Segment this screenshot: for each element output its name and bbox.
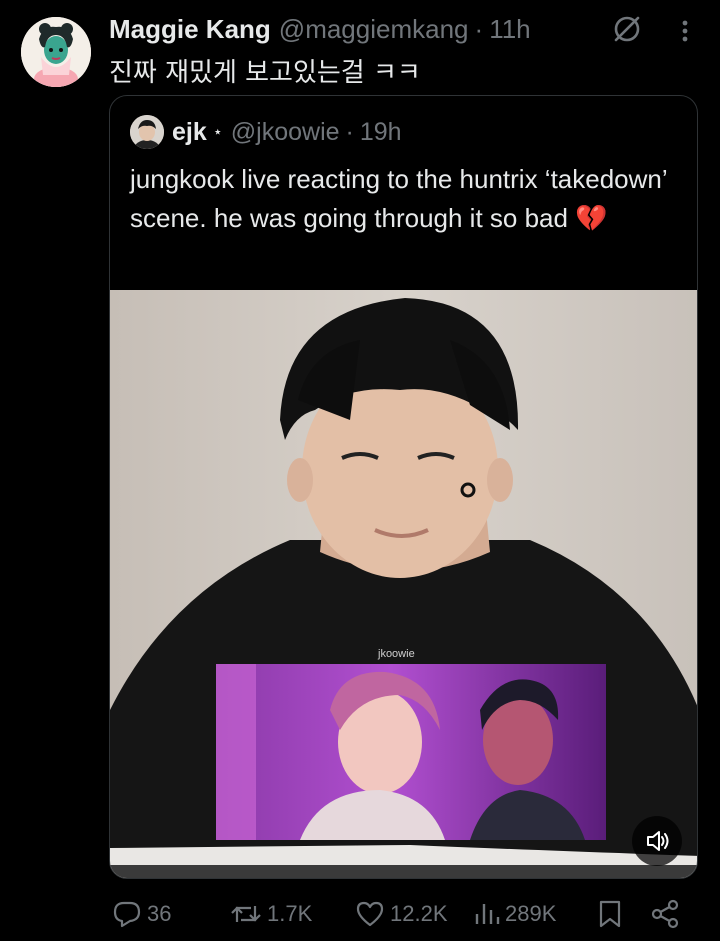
tweet-text: 진짜 재밌게 보고있는걸 ㅋㅋ xyxy=(109,58,421,88)
like-button[interactable]: 12.2K xyxy=(354,896,448,932)
quote-name-star: ⋆ xyxy=(212,124,223,141)
quoted-tweet[interactable]: ejk ⋆ @jkoowie · 19h jungkook live react… xyxy=(109,95,698,879)
share-button[interactable] xyxy=(649,896,685,932)
reply-icon xyxy=(113,901,141,928)
author-display-name[interactable]: Maggie Kang xyxy=(109,14,271,45)
volume-button[interactable] xyxy=(632,816,682,866)
quote-header: ejk ⋆ @jkoowie · 19h xyxy=(130,114,402,150)
quote-timestamp[interactable]: 19h xyxy=(360,118,402,147)
avatar-illustration xyxy=(21,17,91,87)
quote-text: jungkook live reacting to the huntrix ‘t… xyxy=(130,160,680,238)
speaker-icon xyxy=(647,831,669,851)
video-frame xyxy=(110,290,697,878)
bookmark-button[interactable] xyxy=(595,896,629,932)
tweet: Maggie Kang @maggiemkang · 11h 진짜 재밌게 보고… xyxy=(0,0,720,941)
video-watermark: jkoowie xyxy=(378,648,415,660)
quote-video[interactable]: jkoowie xyxy=(110,290,697,878)
views-icon xyxy=(475,904,500,924)
grok-icon[interactable] xyxy=(610,12,644,46)
repost-icon xyxy=(231,906,261,922)
author-handle[interactable]: @maggiemkang xyxy=(279,14,469,45)
heart-icon xyxy=(356,901,384,927)
quote-author-avatar[interactable] xyxy=(130,115,164,149)
more-options-icon[interactable] xyxy=(672,14,698,48)
broken-heart-emoji: 💔 xyxy=(575,203,608,233)
quote-handle[interactable]: @jkoowie xyxy=(231,118,340,147)
quote-avatar-photo xyxy=(130,115,164,149)
view-count: 289K xyxy=(505,901,557,926)
tweet-actions: 36 1.7K 12.2K 289K xyxy=(109,896,709,932)
repost-count: 1.7K xyxy=(267,901,313,926)
views-button[interactable]: 289K xyxy=(473,896,556,932)
tweet-timestamp[interactable]: 11h xyxy=(489,14,530,45)
header-separator: · xyxy=(474,13,484,44)
bookmark-icon xyxy=(599,900,621,928)
quote-display-name[interactable]: ejk xyxy=(172,118,207,147)
quote-header-separator: · xyxy=(345,117,354,146)
repost-button[interactable]: 1.7K xyxy=(229,896,312,932)
author-avatar[interactable] xyxy=(21,17,91,87)
reply-count: 36 xyxy=(147,901,172,926)
like-count: 12.2K xyxy=(390,901,448,926)
share-icon xyxy=(651,899,679,929)
reply-button[interactable]: 36 xyxy=(111,896,171,932)
